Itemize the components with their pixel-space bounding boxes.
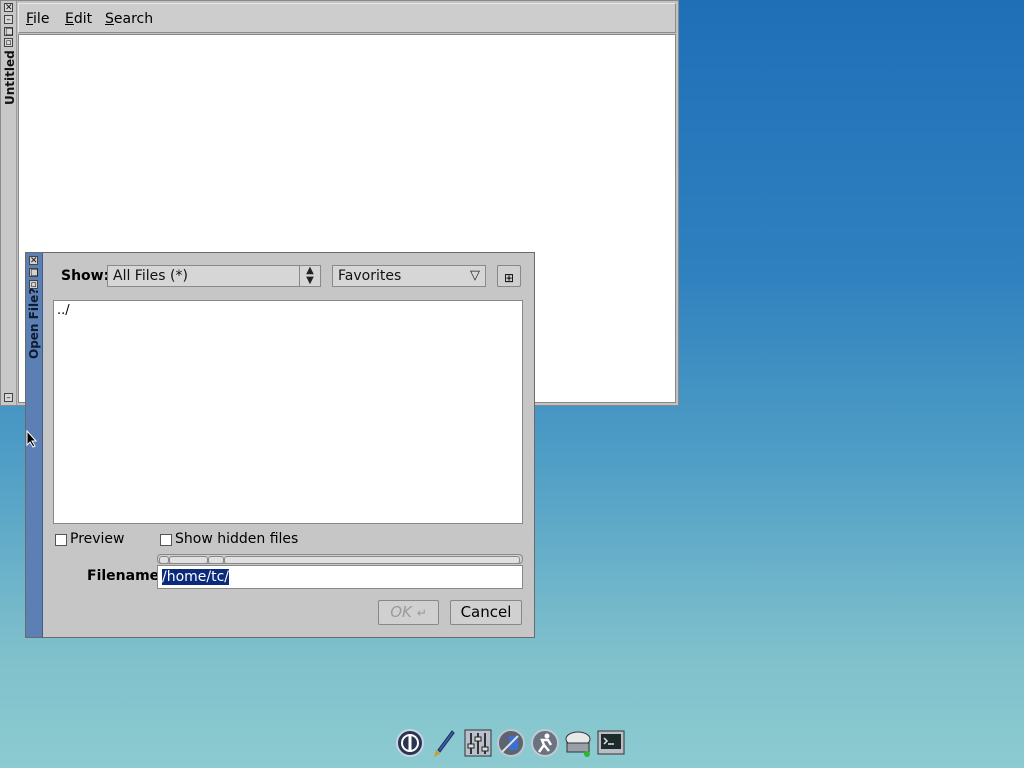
return-icon: ↵ (416, 606, 427, 620)
file-filter-value: All Files (*) (113, 268, 188, 284)
favorites-select[interactable]: Favorites ▽ (332, 265, 486, 287)
close-icon[interactable]: ✕ (4, 3, 13, 13)
path-segment[interactable] (169, 556, 208, 564)
shade-icon[interactable]: ▫ (4, 38, 13, 48)
iconify-icon[interactable]: – (4, 15, 13, 25)
cancel-button[interactable]: Cancel (450, 600, 522, 625)
chevron-down-icon: ▽ (470, 268, 480, 283)
file-list[interactable]: ../ (53, 300, 523, 524)
open-file-dialog: ✕ □ ▫ Open File? Show: All Files (*) ▲ ▼ … (25, 252, 535, 638)
new-folder-icon: ⊞ (503, 271, 515, 285)
resize-icon[interactable]: – (4, 393, 13, 403)
editor-titlebar[interactable]: ✕ – □ ▫ Untitled – (1, 1, 17, 405)
mouse-cursor-icon (26, 430, 38, 448)
menu-search[interactable]: Search (105, 11, 153, 27)
filename-value: /home/tc/ (162, 569, 230, 585)
show-hidden-checkbox[interactable] (160, 534, 172, 546)
path-bar (157, 554, 523, 564)
cancel-label: Cancel (460, 603, 512, 621)
file-filter-select[interactable]: All Files (*) ▲ ▼ (107, 265, 321, 287)
list-item[interactable]: ../ (57, 303, 70, 318)
path-segment[interactable] (159, 556, 169, 564)
paint-brush-icon[interactable] (430, 728, 460, 758)
menu-file[interactable]: File (26, 11, 49, 27)
menu-bar: File Edit Search (18, 3, 676, 33)
maximize-icon[interactable]: □ (4, 27, 14, 37)
installer-icon[interactable] (496, 728, 526, 758)
dock (393, 726, 633, 762)
path-segment[interactable] (208, 556, 224, 564)
preview-checkbox[interactable] (55, 534, 67, 546)
run-icon[interactable] (530, 728, 560, 758)
show-hidden-label: Show hidden files (175, 531, 299, 547)
menu-edit[interactable]: Edit (65, 11, 92, 27)
preview-label: Preview (70, 531, 125, 547)
maximize-icon[interactable]: □ (29, 268, 39, 278)
ok-label: OK (390, 603, 412, 621)
ok-button[interactable]: OK ↵ (378, 600, 439, 625)
dialog-title: Open File? (27, 287, 41, 359)
window-title: Untitled (3, 50, 17, 105)
control-panel-icon[interactable] (463, 728, 493, 758)
power-icon[interactable] (395, 728, 425, 758)
path-segment[interactable] (224, 556, 520, 564)
mount-tool-icon[interactable] (563, 728, 593, 758)
terminal-icon[interactable] (596, 728, 626, 758)
updown-arrow-icon: ▲ ▼ (299, 266, 320, 286)
filename-label: Filename: (87, 568, 165, 584)
filename-input[interactable]: /home/tc/ (157, 565, 523, 589)
new-folder-button[interactable]: ⊞ (497, 265, 521, 287)
favorites-value: Favorites (338, 268, 402, 284)
show-label: Show: (61, 268, 110, 284)
close-icon[interactable]: ✕ (29, 256, 38, 266)
